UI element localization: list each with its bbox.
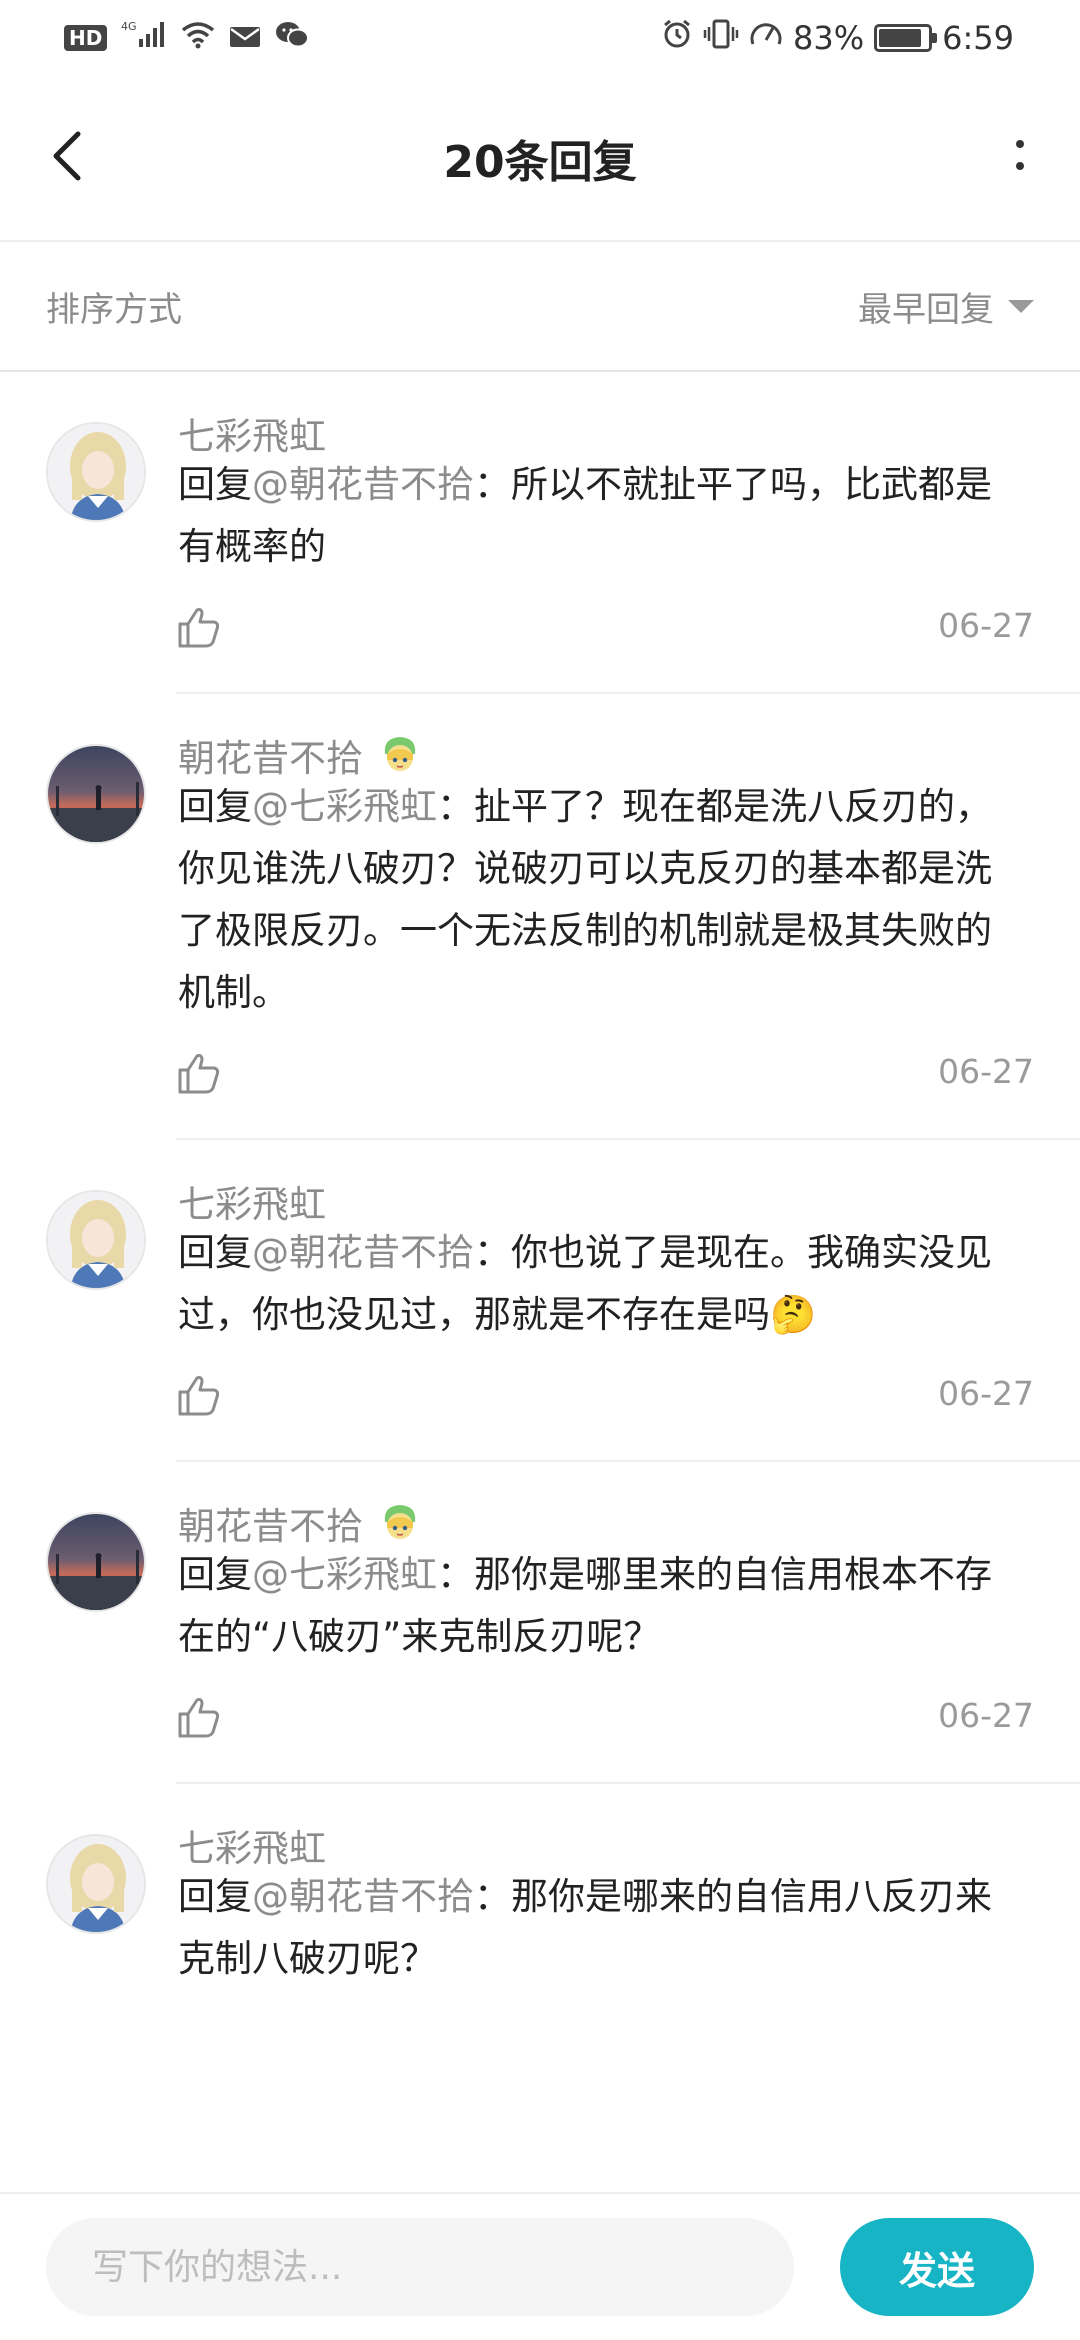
avatar[interactable] xyxy=(46,1512,146,1612)
avatar-image xyxy=(48,746,144,842)
avatar[interactable] xyxy=(46,422,146,522)
speed-icon xyxy=(749,18,783,58)
send-button[interactable]: 发送 xyxy=(840,2218,1034,2316)
avatar[interactable] xyxy=(46,1190,146,1290)
header: 20条回复 xyxy=(0,76,1080,242)
avatar-image xyxy=(48,1514,144,1610)
more-button[interactable] xyxy=(1000,122,1040,192)
reply-prefix: 回复 xyxy=(178,1231,252,1274)
like-button[interactable] xyxy=(176,1372,222,1418)
reply-text: 回复@朝花昔不拾：那你是哪来的自信用八反刃来克制八破刃呢？ xyxy=(178,1866,1028,1990)
status-right: 83% 6:59 xyxy=(661,18,1014,58)
separator: ： xyxy=(474,1231,511,1274)
name-row: 朝花昔不拾 xyxy=(178,1496,423,1550)
reply-item: 朝花昔不拾 回复@七彩飛虹：扯平了？现在都是洗八反刃的，你见谁洗八破刃？说破刃可… xyxy=(0,694,1080,1140)
separator: ： xyxy=(474,463,511,506)
avatar-image xyxy=(48,1836,144,1932)
mention-link[interactable]: @七彩飛虹 xyxy=(252,1553,437,1596)
battery-icon xyxy=(874,24,938,52)
like-button[interactable] xyxy=(176,1694,222,1740)
reply-date: 06-27 xyxy=(938,606,1034,645)
reply-item: 朝花昔不拾 回复@七彩飛虹：那你是哪里来的自信用根本不存在的“八破刃”来克制反刃… xyxy=(0,1462,1080,1784)
thumbs-up-icon xyxy=(178,608,220,648)
avatar-image xyxy=(48,1192,144,1288)
name-row: 七彩飛虹 xyxy=(178,406,326,460)
status-bar: HD 4G 83% 6:59 xyxy=(0,0,1080,76)
reply-date: 06-27 xyxy=(938,1374,1034,1413)
reply-date: 06-27 xyxy=(938,1052,1034,1091)
sort-dropdown[interactable]: 最早回复 xyxy=(858,282,1034,331)
thumbs-up-icon xyxy=(178,1054,220,1094)
avatar[interactable] xyxy=(46,1834,146,1934)
reply-item: 七彩飛虹 回复@朝花昔不拾：你也说了是现在。我确实没见过，你也没见过，那就是不存… xyxy=(0,1140,1080,1462)
reply-text: 回复@朝花昔不拾：所以不就扯平了吗，比武都是有概率的 xyxy=(178,454,1028,578)
battery-level xyxy=(879,29,922,47)
separator: ： xyxy=(437,785,474,828)
reply-text: 回复@七彩飛虹：扯平了？现在都是洗八反刃的，你见谁洗八破刃？说破刃可以克反刃的基… xyxy=(178,776,1028,1024)
reply-text: 回复@七彩飛虹：那你是哪里来的自信用根本不存在的“八破刃”来克制反刃呢？ xyxy=(178,1544,1028,1668)
name-row: 七彩飛虹 xyxy=(178,1174,326,1228)
page-title: 20条回复 xyxy=(443,137,637,188)
reply-date: 06-27 xyxy=(938,1696,1034,1735)
user-badge-icon xyxy=(377,1500,423,1546)
sort-label: 排序方式 xyxy=(46,289,182,330)
username[interactable]: 朝花昔不拾 xyxy=(178,1496,363,1550)
username[interactable]: 七彩飛虹 xyxy=(178,406,326,460)
username[interactable]: 朝花昔不拾 xyxy=(178,728,363,782)
name-row: 朝花昔不拾 xyxy=(178,728,423,782)
reply-prefix: 回复 xyxy=(178,1875,252,1918)
avatar-image xyxy=(48,424,144,520)
battery-percent: 83% xyxy=(793,19,865,57)
reply-list[interactable]: 七彩飛虹 回复@朝花昔不拾：所以不就扯平了吗，比武都是有概率的 06-27 朝花… xyxy=(0,372,1080,2192)
status-left: HD 4G xyxy=(64,19,310,57)
mention-link[interactable]: @朝花昔不拾 xyxy=(252,1231,474,1274)
avatar[interactable] xyxy=(46,744,146,844)
thumbs-up-icon xyxy=(178,1376,220,1416)
more-vertical-icon xyxy=(1000,140,1040,196)
mention-link[interactable]: @朝花昔不拾 xyxy=(252,1875,474,1918)
sort-selected: 最早回复 xyxy=(858,289,994,330)
alarm-icon xyxy=(661,18,693,58)
reply-item: 七彩飛虹 回复@朝花昔不拾：那你是哪来的自信用八反刃来克制八破刃呢？ xyxy=(0,1784,1080,2084)
caret-down-icon xyxy=(1008,299,1034,313)
username[interactable]: 七彩飛虹 xyxy=(178,1818,326,1872)
separator: ： xyxy=(474,1875,511,1918)
reply-prefix: 回复 xyxy=(178,785,252,828)
mention-link[interactable]: @朝花昔不拾 xyxy=(252,463,474,506)
reply-prefix: 回复 xyxy=(178,463,252,506)
clock: 6:59 xyxy=(942,19,1014,57)
svg-text:4G: 4G xyxy=(121,20,137,33)
reply-prefix: 回复 xyxy=(178,1553,252,1596)
comment-input[interactable] xyxy=(46,2218,794,2316)
separator: ： xyxy=(437,1553,474,1596)
reply-item: 七彩飛虹 回复@朝花昔不拾：所以不就扯平了吗，比武都是有概率的 06-27 xyxy=(0,372,1080,694)
user-badge-icon xyxy=(377,732,423,778)
reply-text: 回复@朝花昔不拾：你也说了是现在。我确实没见过，你也没见过，那就是不存在是吗🤔 xyxy=(178,1222,1028,1346)
thumbs-up-icon xyxy=(178,1698,220,1738)
mention-link[interactable]: @七彩飛虹 xyxy=(252,785,437,828)
like-button[interactable] xyxy=(176,1050,222,1096)
name-row: 七彩飛虹 xyxy=(178,1818,326,1872)
vibrate-icon xyxy=(703,18,739,58)
signal-icon: 4G xyxy=(121,19,167,57)
wechat-icon xyxy=(275,19,310,57)
wifi-icon xyxy=(181,19,215,57)
hd-badge: HD xyxy=(64,25,108,51)
mail-icon xyxy=(229,19,261,57)
sort-bar: 排序方式 最早回复 xyxy=(0,242,1080,372)
username[interactable]: 七彩飛虹 xyxy=(178,1174,326,1228)
like-button[interactable] xyxy=(176,604,222,650)
composer-bar: 发送 xyxy=(0,2192,1080,2340)
